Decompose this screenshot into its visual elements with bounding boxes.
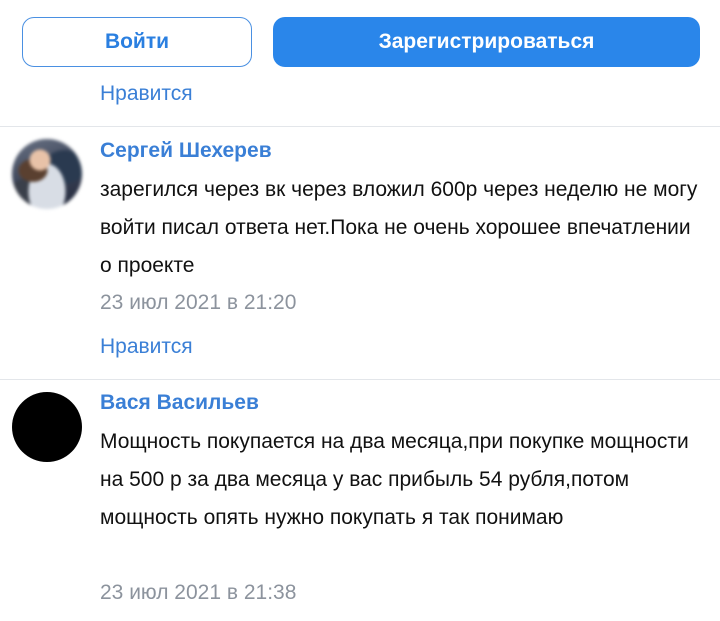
comment-item: Сергей Шехерев зарегился через вк через … xyxy=(0,127,720,379)
auth-bar: Войти Зарегистрироваться xyxy=(0,0,720,80)
register-button[interactable]: Зарегистрироваться xyxy=(273,17,700,67)
comment-item: Вася Васильев Мощность покупается на два… xyxy=(0,380,720,621)
comment-date[interactable]: 23 июл 2021 в 21:20 xyxy=(100,291,296,315)
comment-date[interactable]: 23 июл 2021 в 21:38 xyxy=(100,581,296,605)
comment-text: зарегился через вк через вложил 600р чер… xyxy=(100,178,698,277)
like-link[interactable]: Нравится xyxy=(100,335,193,359)
like-link[interactable]: Нравится xyxy=(100,82,193,106)
comment-author[interactable]: Сергей Шехерев xyxy=(100,139,272,163)
login-button[interactable]: Войти xyxy=(22,17,252,67)
avatar[interactable] xyxy=(12,392,82,462)
comment-text: Мощность покупается на два месяца,при по… xyxy=(100,430,689,529)
comment-author[interactable]: Вася Васильев xyxy=(100,391,259,415)
avatar[interactable] xyxy=(12,139,82,209)
